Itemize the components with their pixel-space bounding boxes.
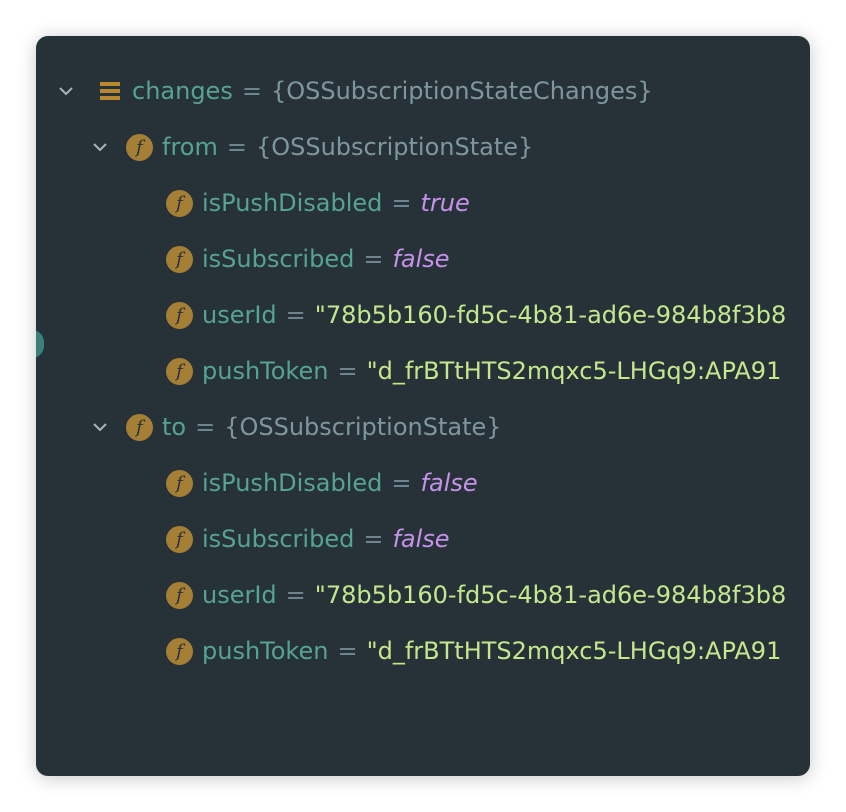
- chevron-down-icon[interactable]: [92, 419, 108, 435]
- field-icon: f: [166, 357, 193, 385]
- variable-value: "78b5b160-fd5c-4b81-ad6e-984b8f3b8: [314, 301, 787, 329]
- equals-sign: =: [337, 637, 358, 665]
- variable-value: "d_frBTtHTS2mqxc5-LHGq9:APA91: [366, 357, 782, 385]
- variable-value: true: [420, 189, 470, 217]
- field-icon: f: [166, 189, 193, 217]
- variable-name: from: [162, 133, 218, 161]
- field-icon: f: [166, 245, 193, 273]
- field-icon: f: [166, 637, 193, 665]
- tree-leaf-from-userId[interactable]: f userId = "78b5b160-fd5c-4b81-ad6e-984b…: [166, 287, 786, 343]
- tree-node-changes[interactable]: changes = {OSSubscriptionStateChanges}: [58, 63, 653, 119]
- chevron-down-icon[interactable]: [58, 83, 74, 99]
- field-icon: f: [166, 469, 193, 497]
- variable-name: isSubscribed: [202, 245, 355, 273]
- variable-name: userId: [202, 301, 277, 329]
- equals-sign: =: [337, 357, 358, 385]
- debugger-variables-panel: changes = {OSSubscriptionStateChanges} f…: [36, 36, 810, 776]
- chevron-down-icon[interactable]: [92, 139, 108, 155]
- equals-sign: =: [226, 133, 247, 161]
- variable-value: false: [392, 245, 450, 273]
- equals-sign: =: [195, 413, 216, 441]
- variable-value: "78b5b160-fd5c-4b81-ad6e-984b8f3b8: [314, 581, 787, 609]
- field-icon: f: [126, 413, 153, 441]
- tree-leaf-to-isSubscribed[interactable]: f isSubscribed = false: [166, 511, 450, 567]
- equals-sign: =: [241, 77, 262, 105]
- equals-sign: =: [391, 469, 412, 497]
- field-icon: f: [166, 301, 193, 329]
- variable-type: {OSSubscriptionState}: [255, 133, 534, 161]
- tree-leaf-to-userId[interactable]: f userId = "78b5b160-fd5c-4b81-ad6e-984b…: [166, 567, 786, 623]
- variable-name: pushToken: [202, 637, 329, 665]
- variable-type: {OSSubscriptionState}: [224, 413, 502, 441]
- variable-value: false: [420, 469, 478, 497]
- variable-name: userId: [202, 581, 277, 609]
- variable-type: {OSSubscriptionStateChanges}: [270, 77, 653, 105]
- equals-sign: =: [363, 525, 384, 553]
- equals-sign: =: [391, 189, 412, 217]
- gutter-marker: [36, 330, 44, 358]
- field-icon: f: [166, 581, 193, 609]
- tree-leaf-to-pushToken[interactable]: f pushToken = "d_frBTtHTS2mqxc5-LHGq9:AP…: [166, 623, 781, 679]
- object-icon: [100, 82, 120, 100]
- tree-node-from[interactable]: f from = {OSSubscriptionState}: [92, 119, 533, 175]
- tree-leaf-from-isPushDisabled[interactable]: f isPushDisabled = true: [166, 175, 470, 231]
- tree-leaf-to-isPushDisabled[interactable]: f isPushDisabled = false: [166, 455, 478, 511]
- tree-leaf-from-pushToken[interactable]: f pushToken = "d_frBTtHTS2mqxc5-LHGq9:AP…: [166, 343, 781, 399]
- variable-name: changes: [132, 77, 233, 105]
- variable-name: isPushDisabled: [202, 469, 383, 497]
- equals-sign: =: [285, 581, 306, 609]
- variable-name: to: [162, 413, 187, 441]
- variable-name: isPushDisabled: [202, 189, 383, 217]
- field-icon: f: [166, 525, 193, 553]
- variable-value: "d_frBTtHTS2mqxc5-LHGq9:APA91: [366, 637, 782, 665]
- variable-name: pushToken: [202, 357, 329, 385]
- variable-value: false: [392, 525, 450, 553]
- tree-leaf-from-isSubscribed[interactable]: f isSubscribed = false: [166, 231, 450, 287]
- variable-name: isSubscribed: [202, 525, 355, 553]
- field-icon: f: [126, 133, 153, 161]
- tree-node-to[interactable]: f to = {OSSubscriptionState}: [92, 399, 502, 455]
- equals-sign: =: [363, 245, 384, 273]
- equals-sign: =: [285, 301, 306, 329]
